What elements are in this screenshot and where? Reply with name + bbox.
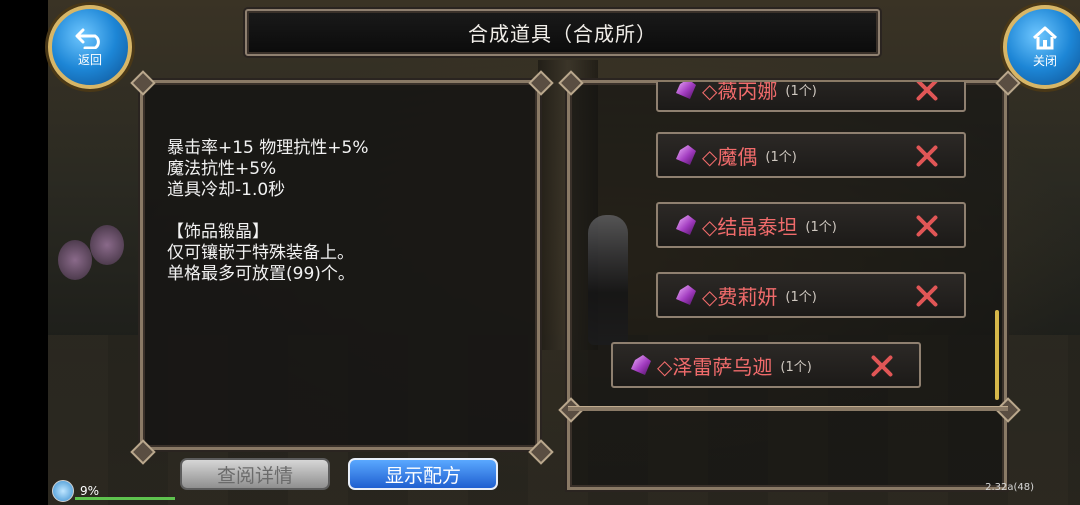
remove-material-x-icon[interactable] bbox=[914, 213, 940, 239]
battery-percent: 9% bbox=[80, 484, 100, 498]
window-title: 合成道具（合成所） bbox=[468, 22, 657, 46]
remove-material-x-icon[interactable] bbox=[914, 143, 940, 169]
remove-material-x-icon[interactable] bbox=[869, 353, 895, 379]
purple-crystal-icon bbox=[676, 82, 696, 99]
material-quantity: (1个) bbox=[805, 219, 837, 235]
material-slot[interactable]: ◇泽雷萨乌迦 (1个) bbox=[611, 342, 921, 388]
material-name: ◇费莉妍 bbox=[702, 284, 778, 309]
material-quantity: (1个) bbox=[765, 149, 797, 165]
panel-divider bbox=[568, 406, 1008, 411]
material-slot[interactable]: ◇魔偶 (1个) bbox=[656, 132, 966, 178]
back-button-label: 返回 bbox=[77, 52, 102, 67]
remove-material-x-icon[interactable] bbox=[914, 82, 940, 103]
scene-plant bbox=[58, 240, 92, 280]
house-icon bbox=[1031, 26, 1059, 50]
purple-crystal-icon bbox=[676, 215, 696, 235]
purple-crystal-icon bbox=[631, 355, 651, 375]
show-recipe-button[interactable]: 显示配方 bbox=[348, 458, 498, 490]
material-slot[interactable]: ◇薇丙娜 (1个) bbox=[656, 82, 966, 112]
version-label: 2.32a(48) bbox=[985, 482, 1034, 493]
network-icon bbox=[52, 480, 74, 502]
material-name: ◇魔偶 bbox=[702, 144, 758, 169]
purple-crystal-icon bbox=[676, 145, 696, 165]
scene-plant bbox=[90, 225, 124, 265]
back-button[interactable]: 返回 bbox=[48, 5, 132, 89]
item-description-text: 暴击率+15 物理抗性+5% 魔法抗性+5% 道具冷却-1.0秒 【饰品锻晶】 … bbox=[167, 138, 369, 284]
materials-list[interactable]: ◇薇丙娜 (1个) ◇魔偶 (1个) ◇结晶泰坦 (1个) ◇费莉妍 (1个) … bbox=[572, 82, 996, 408]
material-quantity: (1个) bbox=[780, 359, 812, 375]
material-slot[interactable]: ◇结晶泰坦 (1个) bbox=[656, 202, 966, 248]
material-name: ◇结晶泰坦 bbox=[702, 214, 798, 239]
material-name: ◇薇丙娜 bbox=[702, 82, 778, 103]
item-description-panel: 暴击率+15 物理抗性+5% 魔法抗性+5% 道具冷却-1.0秒 【饰品锻晶】 … bbox=[140, 80, 540, 450]
remove-material-x-icon[interactable] bbox=[914, 283, 940, 309]
material-slot[interactable]: ◇费莉妍 (1个) bbox=[656, 272, 966, 318]
material-name: ◇泽雷萨乌迦 bbox=[657, 354, 773, 379]
title-bar: 合成道具（合成所） bbox=[245, 9, 880, 56]
material-quantity: (1个) bbox=[785, 83, 817, 99]
view-details-button[interactable]: 查阅详情 bbox=[180, 458, 330, 490]
material-quantity: (1个) bbox=[785, 289, 817, 305]
close-button-label: 关闭 bbox=[1032, 53, 1057, 68]
return-arrow-icon bbox=[75, 27, 105, 49]
materials-scrollbar[interactable] bbox=[995, 310, 999, 400]
experience-bar bbox=[75, 497, 175, 500]
purple-crystal-icon bbox=[676, 285, 696, 305]
